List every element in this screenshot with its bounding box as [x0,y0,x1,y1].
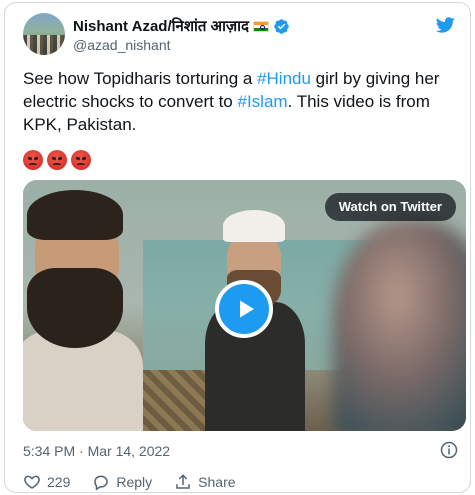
like-button[interactable]: 229 [23,473,70,491]
video-person-blurred [333,220,466,431]
video-player[interactable]: Watch on Twitter [23,180,466,431]
avatar[interactable] [23,13,65,55]
reply-icon [94,475,109,491]
info-icon[interactable] [440,441,458,459]
angry-face-icon [71,150,91,170]
author-name-row[interactable]: Nishant Azad/निशांत आज़ाद [73,16,290,36]
tweet-actions: 229 Reply Share [23,473,258,491]
tweet-card[interactable]: Nishant Azad/निशांत आज़ाद @azad_nishant … [4,2,471,493]
verified-badge-icon [274,18,289,34]
hashtag-link-islam[interactable]: #Islam [237,92,287,111]
play-icon [240,300,254,318]
angry-face-icon [23,150,43,170]
share-icon [176,474,190,489]
angry-face-icon [47,150,67,170]
tweet-text-part: See how Topidharis torturing a [23,69,258,88]
play-button[interactable] [215,280,273,338]
share-button[interactable]: Share [174,473,236,491]
reply-label: Reply [116,474,153,490]
author-handle[interactable]: @azad_nishant [73,37,171,53]
reply-button[interactable]: Reply [92,473,152,491]
video-person-left [23,190,143,431]
tweet-timestamp[interactable]: 5:34 PM · Mar 14, 2022 [23,443,170,459]
india-flag-icon [252,20,269,32]
tweet-text: See how Topidharis torturing a #Hindu gi… [23,67,453,136]
author-display-name[interactable]: Nishant Azad/निशांत आज़ाद [73,16,249,36]
emoji-row [23,150,91,170]
like-count: 229 [47,474,71,490]
hashtag-link-hindu[interactable]: #Hindu [257,69,311,88]
twitter-bird-icon[interactable] [434,15,456,35]
heart-icon [24,475,40,489]
watch-on-twitter-button[interactable]: Watch on Twitter [324,193,456,221]
avatar-image [23,35,65,55]
share-label: Share [198,474,236,490]
